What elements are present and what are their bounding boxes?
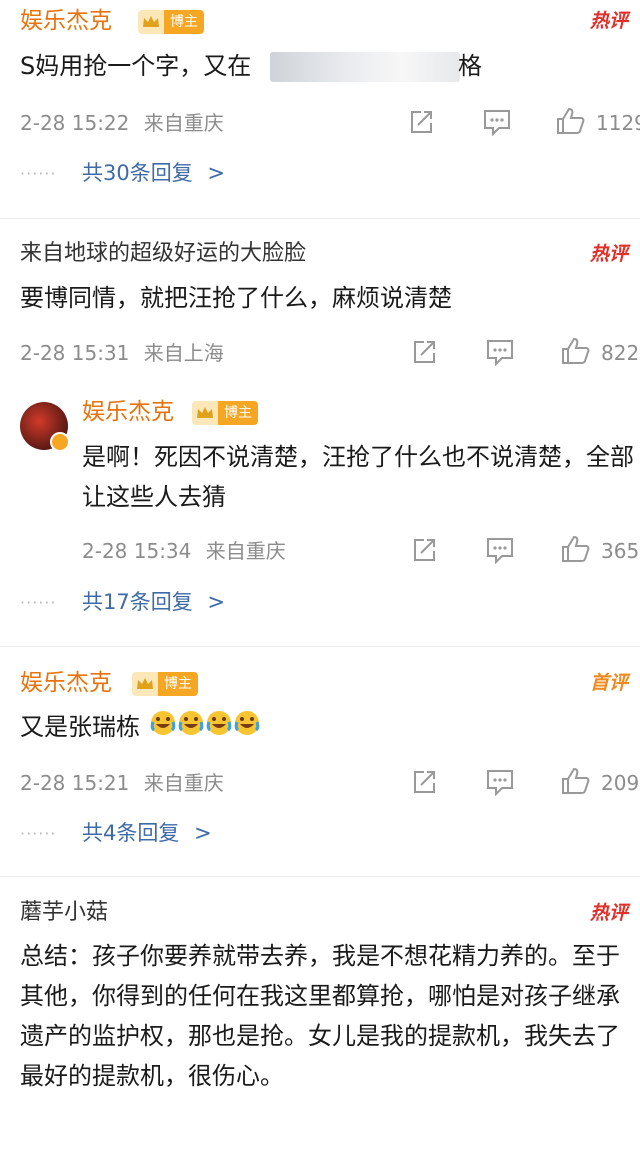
view-replies-label: 共4条回复 [82, 821, 180, 845]
comment-location: 来自上海 [143, 341, 224, 365]
first-comment-tag: 首评 [590, 672, 629, 694]
reply-meta: 2-28 15:34 来自重庆 [82, 538, 286, 564]
comment-location: 来自重庆 [143, 111, 224, 135]
like-icon[interactable] [560, 766, 590, 796]
comment-meta: 2-28 15:31 来自上海 [20, 340, 224, 366]
reply-dots: ······ [20, 593, 57, 612]
comment-meta: 2-28 15:21 来自重庆 [20, 770, 224, 796]
like-icon[interactable] [560, 534, 590, 564]
divider [0, 646, 640, 647]
hot-comment-tag: 热评 [590, 243, 629, 265]
comment-icon[interactable] [482, 108, 512, 136]
hot-comment-tag: 热评 [590, 10, 629, 32]
share-icon[interactable] [407, 108, 435, 136]
blogger-badge-label: 博主 [218, 401, 258, 425]
comment-content: 又是张瑞栋 [20, 707, 260, 748]
hot-comment-tag: 热评 [590, 902, 629, 924]
view-replies-label: 共30条回复 [82, 161, 193, 185]
comment-content-end: 格 [458, 52, 482, 80]
reply-location: 来自重庆 [205, 539, 286, 563]
reply-content: 是啊！死因不说清楚，汪抢了什么也不说清楚，全部让这些人去猜 [82, 443, 634, 511]
commenter-name[interactable]: 娱乐杰克 [20, 668, 112, 698]
comment-icon[interactable] [485, 338, 515, 366]
view-replies-link[interactable]: 共4条回复 > [82, 819, 212, 847]
share-icon[interactable] [410, 536, 438, 564]
share-icon[interactable] [410, 768, 438, 796]
comment-content: 要博同情，就把汪抢了什么，麻烦说清楚 [20, 284, 452, 312]
like-count: 209 [601, 771, 640, 795]
chevron-right-icon: > [207, 161, 226, 185]
commenter-name[interactable]: 娱乐杰克 [82, 397, 174, 427]
comment-icon[interactable] [485, 768, 515, 796]
commenter-name[interactable]: 来自地球的超级好运的大脸脸 [20, 239, 306, 269]
comment-icon[interactable] [485, 536, 515, 564]
comment-content-start: S妈用抢一个字，又在 [20, 52, 252, 80]
like-count: 822 [601, 341, 640, 365]
crown-icon [192, 401, 218, 425]
divider [0, 218, 640, 219]
commenter-name[interactable]: 蘑芋小菇 [20, 898, 108, 928]
comment-time: 2-28 15:22 [20, 111, 130, 135]
crown-icon [138, 10, 164, 34]
like-icon[interactable] [560, 336, 590, 366]
laughing-tears-emoji [150, 708, 260, 748]
comment-time: 2-28 15:21 [20, 771, 130, 795]
comment-time: 2-28 15:31 [20, 341, 130, 365]
comment-location: 来自重庆 [143, 771, 224, 795]
obscured-text [270, 52, 460, 82]
reply-dots: ······ [20, 164, 57, 183]
divider [0, 876, 640, 877]
share-icon[interactable] [410, 338, 438, 366]
blogger-badge-label: 博主 [158, 672, 198, 696]
blogger-badge: 博主 [132, 672, 198, 696]
like-count: 365 [601, 539, 640, 563]
comment-content: 总结：孩子你要养就带去养，我是不想花精力养的。至于其他，你得到的任何在我这里都算… [20, 942, 620, 1090]
view-replies-label: 共17条回复 [82, 590, 193, 614]
crown-icon [132, 672, 158, 696]
blogger-badge: 博主 [138, 10, 204, 34]
comment-text: 又是张瑞栋 [20, 713, 140, 741]
reply-time: 2-28 15:34 [82, 539, 192, 563]
like-count: 1129 [596, 111, 640, 135]
view-replies-link[interactable]: 共30条回复 > [82, 159, 225, 187]
blogger-badge-label: 博主 [164, 10, 204, 34]
view-replies-link[interactable]: 共17条回复 > [82, 588, 225, 616]
verified-badge-icon [50, 432, 70, 452]
chevron-right-icon: > [194, 821, 212, 845]
commenter-name[interactable]: 娱乐杰克 [20, 6, 112, 36]
like-icon[interactable] [555, 106, 585, 136]
comment-meta: 2-28 15:22 来自重庆 [20, 110, 224, 136]
reply-dots: ······ [20, 824, 57, 843]
chevron-right-icon: > [207, 590, 226, 614]
comment-content: S妈用抢一个字，又在 [20, 46, 251, 86]
blogger-badge: 博主 [192, 401, 258, 425]
